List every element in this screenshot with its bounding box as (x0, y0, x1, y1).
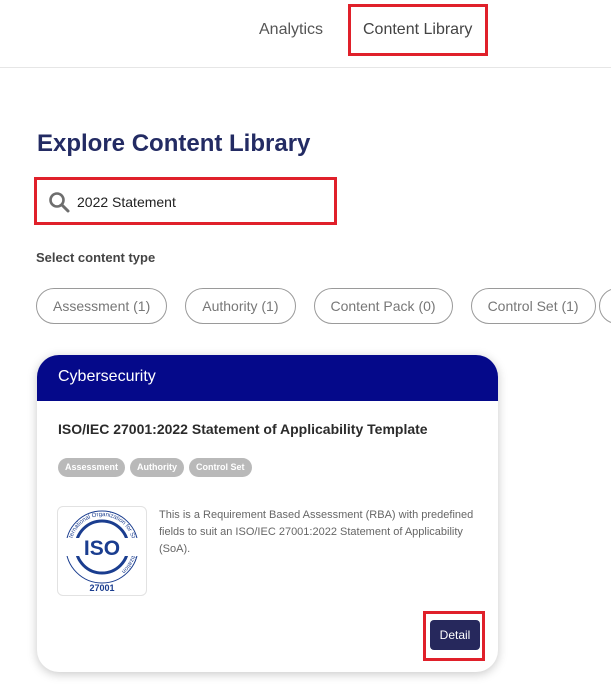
nav-analytics[interactable]: Analytics (259, 21, 323, 39)
chip-assessment[interactable]: Assessment (1) (36, 288, 168, 324)
search-box[interactable] (34, 177, 337, 225)
search-input[interactable] (77, 189, 327, 215)
card-title: ISO/IEC 27001:2022 Statement of Applicab… (58, 421, 428, 437)
detail-button[interactable]: Detail (430, 620, 480, 650)
content-type-label: Select content type (36, 250, 156, 265)
iso-logo-text: ISO (84, 537, 120, 560)
search-icon (49, 192, 70, 213)
tag-assessment: Assessment (58, 458, 126, 477)
tag-authority: Authority (130, 458, 185, 477)
nav-content-library[interactable]: Content Library (363, 21, 472, 39)
top-navigation: Analytics Content Library (0, 0, 611, 68)
content-type-chips: Assessment (1) Authority (1) Content Pac… (36, 288, 596, 324)
content-card: Cybersecurity ISO/IEC 27001:2022 Stateme… (37, 355, 498, 672)
iso-logo-graphic: International Organization for Standardi… (64, 510, 140, 593)
iso-logo-number: 27001 (89, 583, 114, 593)
card-tags: Assessment Authority Control Set (58, 458, 252, 477)
chip-content-pack[interactable]: Content Pack (0) (313, 288, 453, 324)
iso-logo: International Organization for Standardi… (57, 506, 147, 596)
chip-control-set[interactable]: Control Set (1) (470, 288, 596, 324)
card-description: This is a Requirement Based Assessment (… (159, 509, 474, 555)
chip-authority[interactable]: Authority (1) (185, 288, 296, 324)
tag-control-set: Control Set (189, 458, 252, 477)
card-category-header: Cybersecurity (37, 355, 498, 401)
page-title: Explore Content Library (37, 130, 311, 157)
chip-partial[interactable] (599, 288, 611, 324)
